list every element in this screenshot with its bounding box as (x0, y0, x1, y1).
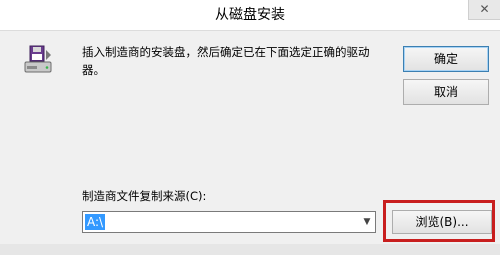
bottom-shade (0, 244, 500, 255)
chevron-down-icon[interactable]: ▼ (359, 212, 375, 232)
instruction-text: 插入制造商的安装盘，然后确定已在下面选定正确的驱动器。 (82, 45, 370, 77)
cancel-button[interactable]: 取消 (403, 79, 489, 105)
source-label: 制造商文件复制来源(C): (82, 189, 207, 203)
source-path-value[interactable]: A:\ (85, 214, 106, 230)
ok-button[interactable]: 确定 (403, 46, 489, 72)
close-icon: ✕ (479, 2, 490, 16)
floppy-disk-install-icon (24, 45, 52, 73)
browse-button[interactable]: 浏览(B)... (392, 210, 492, 234)
close-button[interactable]: ✕ (468, 0, 500, 20)
dialog-title: 从磁盘安装 (215, 7, 285, 23)
source-path-combobox[interactable]: A:\ ▼ (82, 211, 376, 233)
title-divider (0, 30, 500, 31)
title-bar: 从磁盘安装 ✕ (0, 0, 500, 30)
install-from-disk-dialog: 从磁盘安装 ✕ 插入制造商的安装盘，然后确定已在下面选定正确的驱动器。 确定 取… (0, 0, 500, 255)
